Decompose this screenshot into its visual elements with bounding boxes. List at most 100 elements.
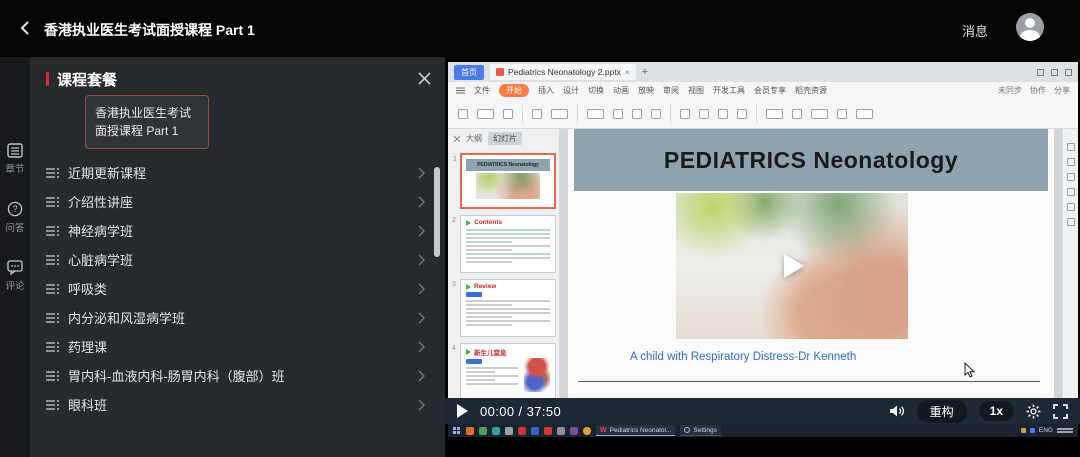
slide-title: PEDIATRICS Neonatology (664, 147, 958, 174)
comment-icon (7, 260, 23, 275)
list-item-label: 药理课 (68, 337, 107, 356)
toolbar-icon (503, 109, 513, 119)
sync-status: 未同步 (998, 85, 1022, 96)
toolbar-icon (551, 109, 568, 119)
list-item-label: 心脏病学班 (68, 250, 133, 269)
menu-member: 会员专享 (754, 85, 786, 96)
list-item-endocrine[interactable]: 内分泌和风湿病学班 (30, 303, 445, 332)
list-item-ophthalmology[interactable]: 眼科班 (30, 390, 445, 419)
taskbar-app-icon (557, 427, 565, 435)
sidebar-item-chapters[interactable]: 章节 (5, 143, 24, 175)
sidebar-item-qa[interactable]: ? 问答 (5, 201, 24, 234)
menu-slideshow: 放映 (638, 85, 654, 96)
chevron-right-icon (417, 341, 425, 353)
thumb-title: PEDIATRICS Neonatology (477, 162, 539, 168)
rail-label-qa: 问答 (5, 220, 24, 234)
list-item-neurology[interactable]: 神经病学班 (30, 216, 445, 245)
play-button[interactable] (457, 404, 468, 418)
thumbnail-tabs: 大纲 幻灯片 (448, 129, 559, 147)
recorded-taskbar: W Pediatrics Neonatol... Settings ENG (448, 424, 1078, 437)
menu-home-active: 开始 (499, 84, 529, 97)
svg-text:?: ? (12, 204, 17, 214)
wps-body: 大纲 幻灯片 1 PEDIATRICS Neonatology 2 Conten… (448, 129, 1078, 424)
toolbar-icon (792, 109, 802, 119)
taskbar-app-icon (518, 427, 526, 435)
taskbar-app-icon (492, 427, 500, 435)
thumb-number: 4 (452, 345, 456, 352)
list-lines-icon (46, 312, 60, 324)
list-lines-icon (46, 283, 60, 295)
chevron-right-icon (417, 399, 425, 411)
back-icon[interactable] (16, 18, 36, 38)
slide-thumb-1: 1 PEDIATRICS Neonatology (460, 153, 556, 209)
chevron-right-icon (417, 167, 425, 179)
list-item-respiratory[interactable]: 呼吸类 (30, 274, 445, 303)
toolbar-icon (477, 109, 494, 119)
close-icon[interactable] (417, 71, 433, 87)
list-lines-icon (46, 167, 60, 179)
tray-icon (1030, 428, 1035, 433)
list-item-label: 胃内科-血液内科-肠胃内科（腹部）班 (68, 366, 285, 385)
fullscreen-icon[interactable] (1053, 404, 1068, 419)
wps-tab-bar: 首页 Pediatrics Neonatology 2.pptx × + (448, 62, 1078, 82)
taskbar-item-label: Pediatrics Neonatol... (610, 427, 672, 434)
list-item-gastro[interactable]: 胃内科-血液内科-肠胃内科（腹部）班 (30, 361, 445, 390)
toolbar-icon (766, 109, 783, 119)
toolbar-icon (651, 109, 661, 119)
embedded-video-thumbnail (676, 193, 908, 339)
hamburger-icon (456, 87, 465, 94)
side-tool-icon (1067, 218, 1075, 226)
time-display: 00:00 / 37:50 (480, 404, 561, 419)
list-item-intro[interactable]: 介绍性讲座 (30, 187, 445, 216)
side-tool-icon (1067, 143, 1075, 151)
avatar-head-icon (1025, 18, 1035, 28)
active-course-card[interactable]: 香港执业医生考试面授课程 Part 1 (85, 95, 209, 149)
list-lines-icon (46, 370, 60, 382)
wps-right-toolbar (1062, 129, 1078, 424)
top-bar: 香港执业医生考试面授课程 Part 1 消息 (0, 0, 1080, 57)
clock-area (1057, 427, 1073, 434)
list-lines-icon (46, 341, 60, 353)
menu-docer: 稻壳资源 (795, 85, 827, 96)
video-player[interactable]: 首页 Pediatrics Neonatology 2.pptx × + 文件 … (445, 57, 1080, 457)
panel-scrollbar[interactable] (434, 167, 440, 257)
wps-home-tab: 首页 (454, 65, 484, 80)
list-item-recent[interactable]: 近期更新课程 (30, 158, 445, 187)
slide-thumb-2: 2 Contents (460, 215, 556, 273)
side-tool-icon (1067, 173, 1075, 181)
avatar[interactable] (1016, 13, 1044, 41)
taskbar-item-settings: Settings (680, 425, 721, 436)
language-indicator: ENG (1039, 427, 1053, 434)
tab-close-icon: × (625, 68, 630, 77)
taskbar-app-icon (583, 427, 591, 435)
list-item-label: 内分泌和风湿病学班 (68, 308, 185, 327)
volume-icon[interactable] (889, 404, 905, 418)
system-tray: ENG (1021, 427, 1073, 434)
list-item-label: 呼吸类 (68, 279, 107, 298)
list-item-pharmacology[interactable]: 药理课 (30, 332, 445, 361)
taskbar-app-icon (544, 427, 552, 435)
thumb-number: 2 (452, 217, 456, 224)
speed-button[interactable]: 1x (979, 401, 1014, 421)
taskbar-app-icon (479, 427, 487, 435)
slide-thumbnail-panel: 大纲 幻灯片 1 PEDIATRICS Neonatology 2 Conten… (448, 129, 560, 424)
side-tool-icon (1067, 188, 1075, 196)
current-slide: PEDIATRICS Neonatology A child with Resp… (568, 129, 1054, 418)
side-tool-icon (1067, 158, 1075, 166)
list-item-cardiology[interactable]: 心脏病学班 (30, 245, 445, 274)
panel-header: 课程套餐 (46, 67, 433, 91)
sidebar-item-comments[interactable]: 评论 (5, 260, 24, 292)
wps-document-tab: Pediatrics Neonatology 2.pptx × (490, 64, 636, 80)
toolbar-icon (837, 109, 847, 119)
mouse-cursor (964, 362, 977, 379)
thumb-title: 新生儿窒息 (474, 347, 507, 357)
play-marker-icon (466, 220, 471, 226)
quality-button[interactable]: 重构 (917, 400, 967, 423)
toolbar-icon (458, 109, 468, 119)
toolbar-icon (811, 109, 828, 119)
ppt-file-icon (496, 68, 504, 76)
chevron-right-icon (417, 225, 425, 237)
panel-title: 课程套餐 (57, 69, 117, 90)
messages-link[interactable]: 消息 (962, 21, 988, 40)
settings-gear-icon[interactable] (1026, 404, 1041, 419)
